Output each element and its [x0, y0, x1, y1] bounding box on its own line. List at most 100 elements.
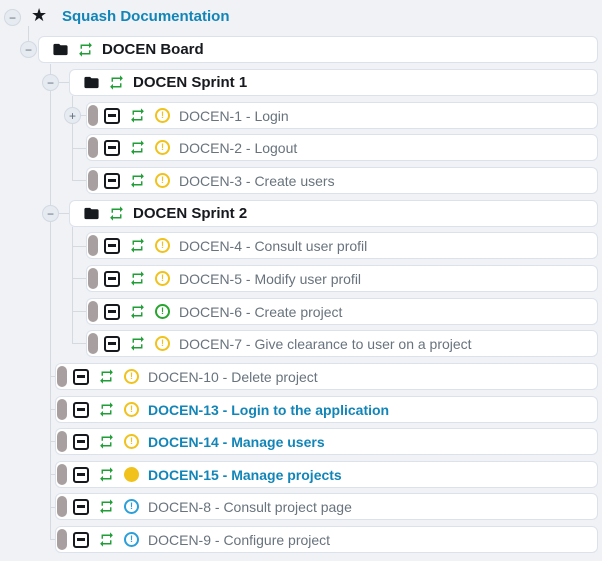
- root-node-row: − ★ Squash Documentation: [0, 0, 602, 28]
- repeat-icon: [129, 139, 146, 156]
- warning-icon: [155, 271, 170, 286]
- node-label: DOCEN-15 - Manage projects: [148, 467, 342, 483]
- tree-connector-line: [73, 343, 86, 344]
- warning-icon: [124, 369, 139, 384]
- square-minus-icon[interactable]: [104, 108, 120, 124]
- status-dot-icon: [124, 467, 139, 482]
- warning-icon: [155, 140, 170, 155]
- tree-node-card-folder[interactable]: DOCEN Sprint 2: [69, 200, 598, 227]
- square-minus-icon[interactable]: [104, 238, 120, 254]
- tree-node-card-test[interactable]: DOCEN-13 - Login to the application: [55, 396, 598, 423]
- toggle-collapse-button[interactable]: −: [20, 41, 37, 58]
- square-minus-icon[interactable]: [73, 369, 89, 385]
- repeat-icon: [108, 74, 125, 91]
- warning-icon: [155, 238, 170, 253]
- square-minus-icon[interactable]: [73, 499, 89, 515]
- repeat-icon: [129, 303, 146, 320]
- square-minus-icon[interactable]: [104, 271, 120, 287]
- tree-connector-line: [73, 180, 86, 181]
- drag-handle[interactable]: [57, 431, 67, 452]
- warning-icon: [155, 173, 170, 188]
- toggle-expand-button[interactable]: +: [64, 107, 81, 124]
- drag-handle[interactable]: [88, 137, 98, 158]
- drag-handle[interactable]: [57, 529, 67, 550]
- tree-connector-line: [28, 26, 29, 41]
- repeat-icon: [129, 172, 146, 189]
- tree-node-card-test[interactable]: DOCEN-14 - Manage users: [55, 428, 598, 455]
- repeat-icon: [98, 401, 115, 418]
- node-label: DOCEN Sprint 1: [133, 74, 247, 91]
- tree-node-card-folder[interactable]: DOCEN Sprint 1: [69, 69, 598, 96]
- node-label: DOCEN Sprint 2: [133, 205, 247, 222]
- square-minus-icon[interactable]: [104, 304, 120, 320]
- info-icon: [124, 532, 139, 547]
- toggle-collapse-button[interactable]: −: [4, 9, 21, 26]
- drag-handle[interactable]: [57, 399, 67, 420]
- repeat-icon: [98, 466, 115, 483]
- warning-icon: [124, 434, 139, 449]
- warning-icon: [155, 108, 170, 123]
- tree-node-card-test[interactable]: DOCEN-8 - Consult project page: [55, 493, 598, 520]
- tree-node-card-test[interactable]: DOCEN-3 - Create users: [86, 167, 598, 194]
- node-label: DOCEN Board: [102, 41, 204, 58]
- tree-connector-line: [73, 148, 86, 149]
- repeat-icon: [98, 498, 115, 515]
- square-minus-icon[interactable]: [73, 434, 89, 450]
- square-minus-icon[interactable]: [104, 173, 120, 189]
- node-label: DOCEN-3 - Create users: [179, 173, 335, 189]
- drag-handle[interactable]: [88, 105, 98, 126]
- folder-icon: [83, 205, 100, 222]
- drag-handle[interactable]: [88, 268, 98, 289]
- tree-node-card-test[interactable]: DOCEN-5 - Modify user profil: [86, 265, 598, 292]
- tree-connector-line: [50, 64, 51, 540]
- toggle-collapse-button[interactable]: −: [42, 205, 59, 222]
- node-label: DOCEN-1 - Login: [179, 108, 289, 124]
- tree-node-card-test[interactable]: DOCEN-7 - Give clearance to user on a pr…: [86, 330, 598, 357]
- drag-handle[interactable]: [57, 366, 67, 387]
- tree-node-card-folder[interactable]: DOCEN Board: [38, 36, 598, 63]
- repeat-icon: [98, 531, 115, 548]
- folder-icon: [83, 74, 100, 91]
- square-minus-icon[interactable]: [104, 140, 120, 156]
- tree-node-card-test[interactable]: DOCEN-2 - Logout: [86, 134, 598, 161]
- warning-icon: [155, 304, 170, 319]
- square-minus-icon[interactable]: [73, 402, 89, 418]
- drag-handle[interactable]: [88, 170, 98, 191]
- drag-handle[interactable]: [88, 333, 98, 354]
- favorite-star-icon: ★: [31, 5, 47, 27]
- tree-node-card-test[interactable]: DOCEN-6 - Create project: [86, 298, 598, 325]
- square-minus-icon[interactable]: [104, 336, 120, 352]
- tree-node-card-test[interactable]: DOCEN-4 - Consult user profil: [86, 232, 598, 259]
- node-label: DOCEN-6 - Create project: [179, 304, 342, 320]
- node-label: DOCEN-10 - Delete project: [148, 369, 318, 385]
- repeat-icon: [129, 107, 146, 124]
- repeat-icon: [98, 433, 115, 450]
- tree-node-card-test[interactable]: DOCEN-9 - Configure project: [55, 526, 598, 553]
- drag-handle[interactable]: [57, 464, 67, 485]
- drag-handle[interactable]: [88, 235, 98, 256]
- repeat-icon: [77, 41, 94, 58]
- drag-handle[interactable]: [57, 496, 67, 517]
- tree-node-card-test[interactable]: DOCEN-15 - Manage projects: [55, 461, 598, 488]
- tree-connector-line: [73, 278, 86, 279]
- square-minus-icon[interactable]: [73, 467, 89, 483]
- node-label: DOCEN-9 - Configure project: [148, 532, 330, 548]
- warning-icon: [155, 336, 170, 351]
- tree-connector-line: [72, 227, 73, 344]
- tree-connector-line: [73, 311, 86, 312]
- square-minus-icon[interactable]: [73, 532, 89, 548]
- toggle-collapse-button[interactable]: −: [42, 74, 59, 91]
- repeat-icon: [129, 270, 146, 287]
- root-node-label[interactable]: Squash Documentation: [62, 8, 230, 25]
- repeat-icon: [129, 237, 146, 254]
- folder-icon: [52, 41, 69, 58]
- info-icon: [124, 499, 139, 514]
- repeat-icon: [98, 368, 115, 385]
- node-label: DOCEN-2 - Logout: [179, 140, 297, 156]
- node-label: DOCEN-7 - Give clearance to user on a pr…: [179, 336, 472, 352]
- drag-handle[interactable]: [88, 301, 98, 322]
- repeat-icon: [129, 335, 146, 352]
- node-label: DOCEN-4 - Consult user profil: [179, 238, 367, 254]
- tree-node-card-test[interactable]: DOCEN-10 - Delete project: [55, 363, 598, 390]
- tree-node-card-test[interactable]: DOCEN-1 - Login: [86, 102, 598, 129]
